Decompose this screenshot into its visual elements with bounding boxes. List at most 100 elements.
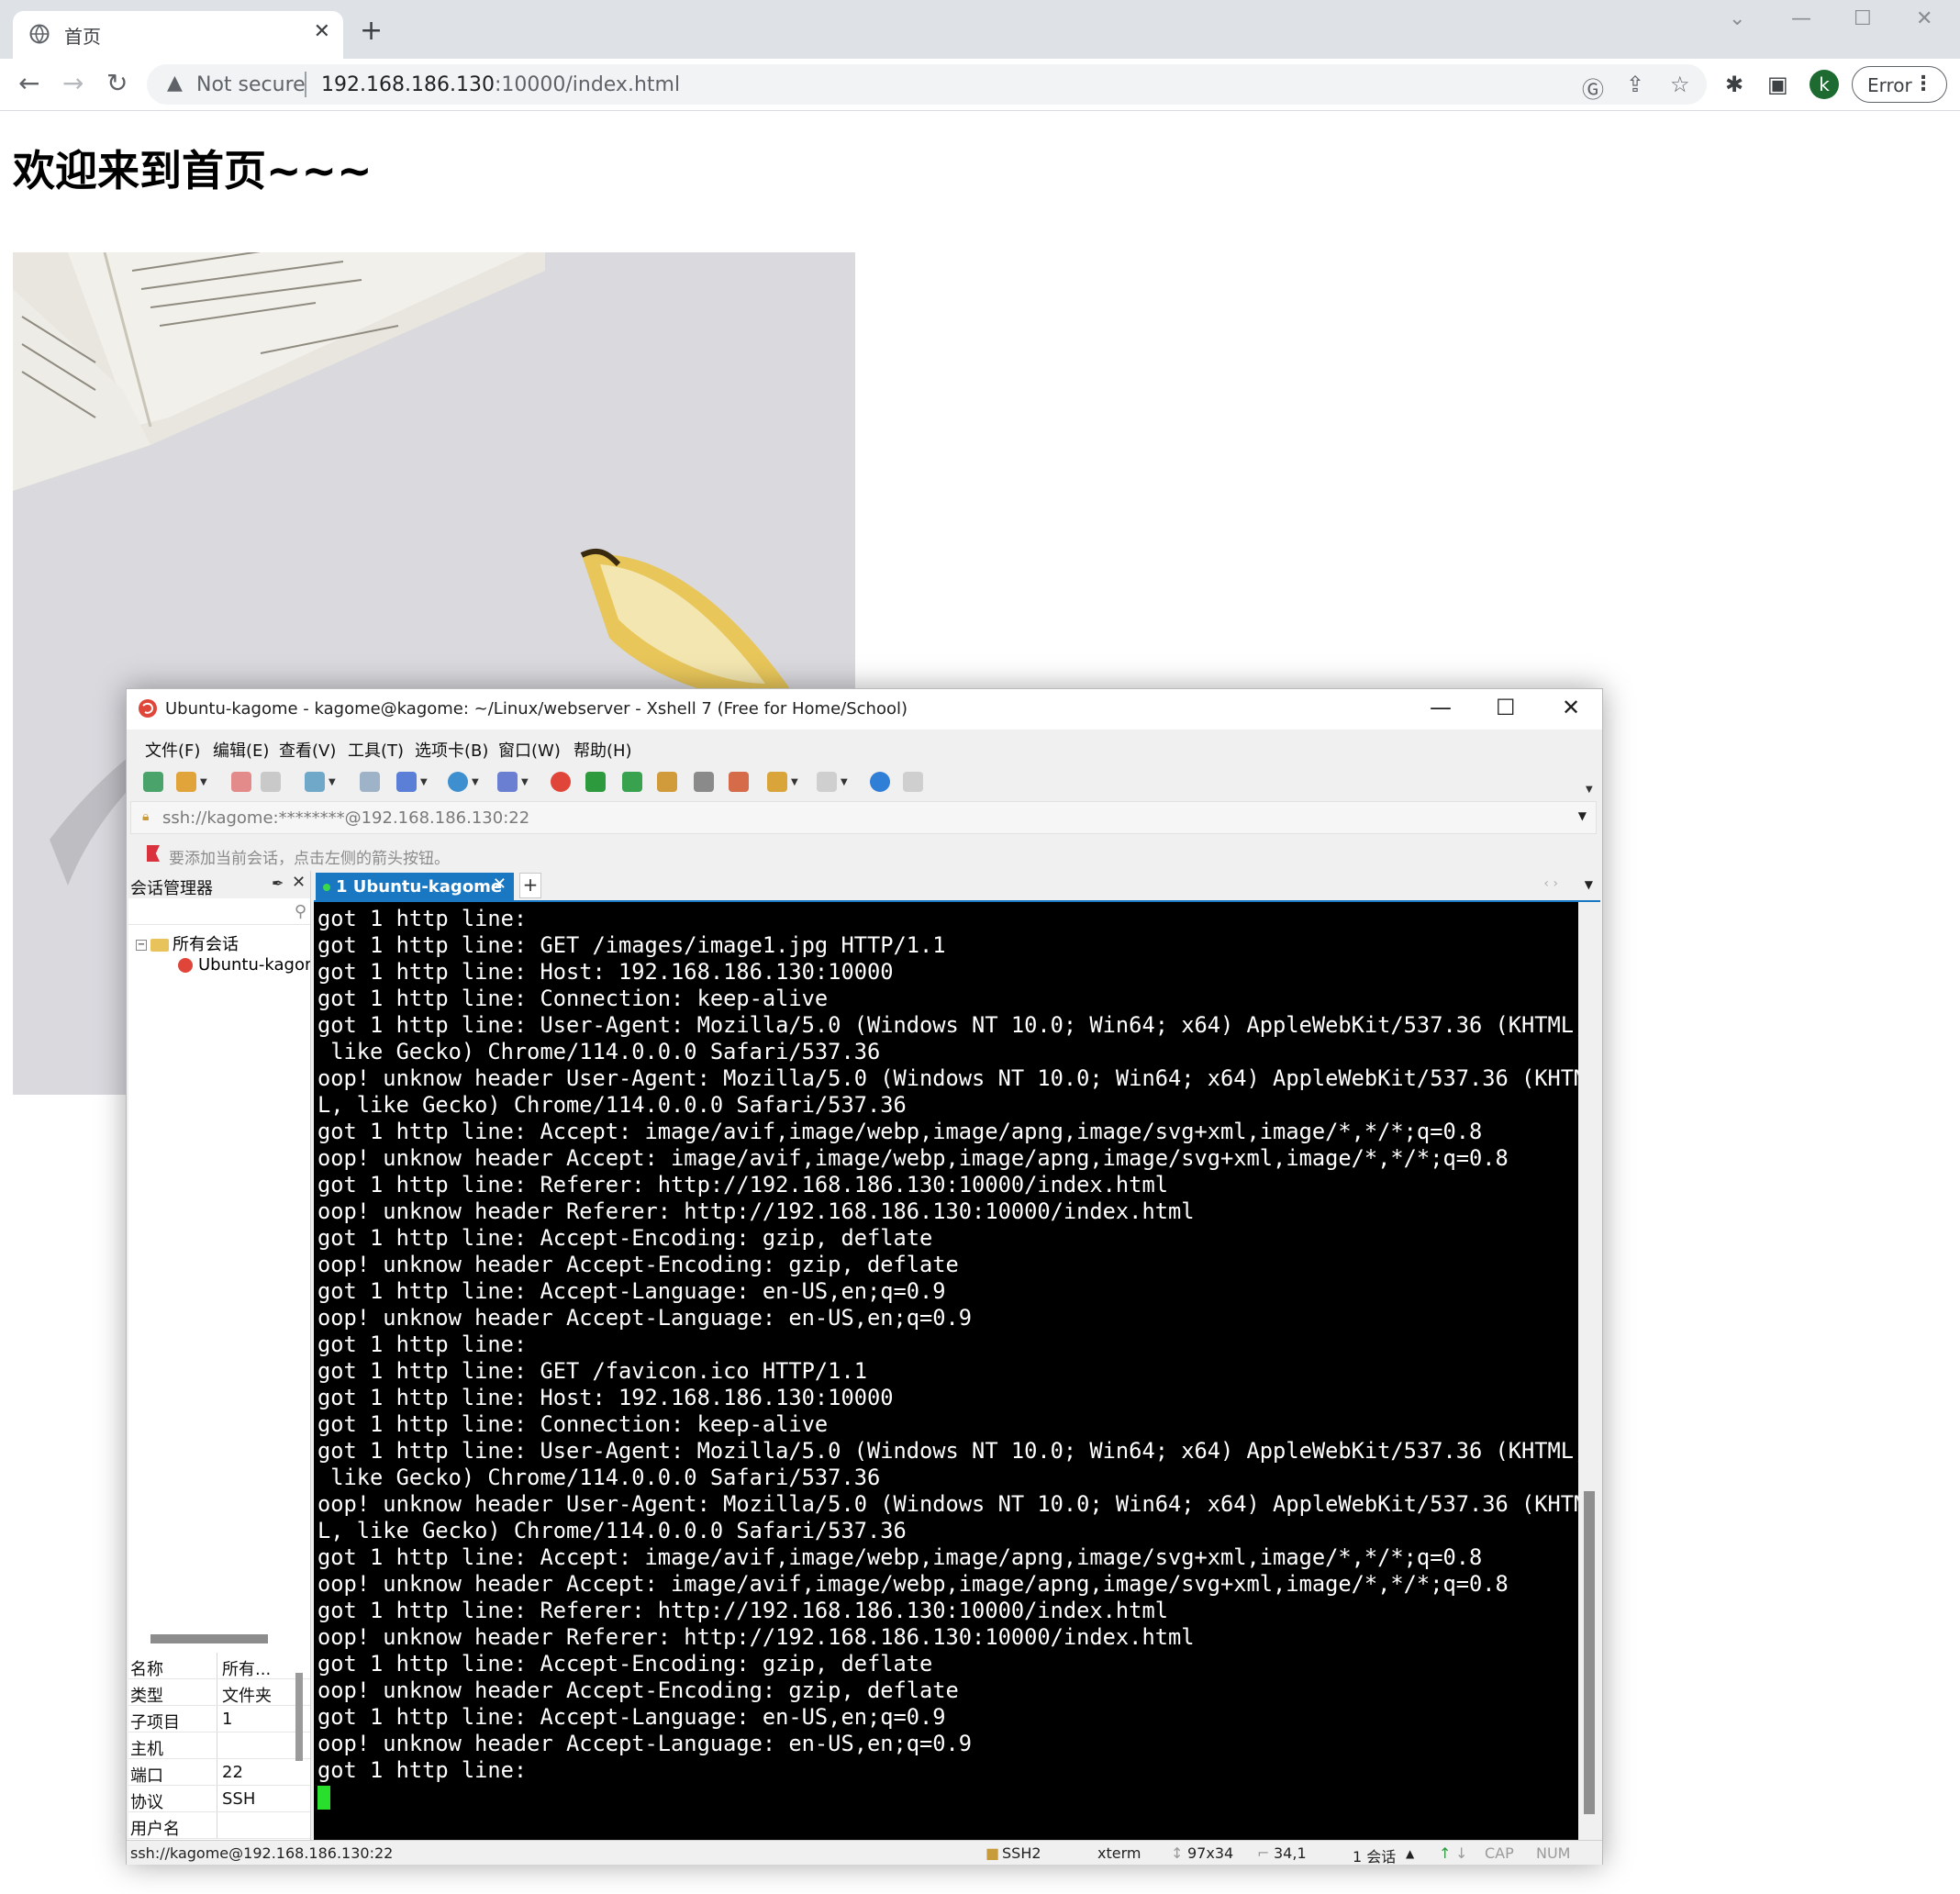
more-menu-icon: ⋮ bbox=[1913, 72, 1933, 95]
font-icon[interactable] bbox=[497, 772, 518, 792]
collapse-icon[interactable]: − bbox=[136, 940, 147, 951]
address-bar[interactable]: ▲ Not secure 192.168.186.130:10000/index… bbox=[147, 64, 1707, 105]
lock-icon[interactable] bbox=[657, 772, 677, 792]
session-tab-bar: 1 Ubuntu-kagome ✕ + ‹ › ▼ bbox=[314, 871, 1600, 902]
connect-icon[interactable] bbox=[231, 772, 251, 792]
session-address[interactable]: ssh://kagome:********@192.168.186.130:22 bbox=[162, 808, 529, 828]
panel-icon[interactable] bbox=[817, 772, 837, 792]
session-manager-header: 会话管理器 ✒︎ ✕ bbox=[128, 871, 310, 898]
menu-window[interactable]: 窗口(W) bbox=[498, 738, 561, 762]
terminal-scrollbar-thumb[interactable] bbox=[1584, 1491, 1595, 1814]
error-button[interactable]: Error ⋮ bbox=[1852, 66, 1947, 103]
xshell-close-button[interactable]: ✕ bbox=[1562, 695, 1580, 720]
tab-list-dropdown-icon[interactable]: ▼ bbox=[1585, 878, 1593, 891]
find-icon[interactable] bbox=[360, 772, 380, 792]
new-session-icon[interactable] bbox=[143, 772, 163, 792]
status-size: 97x34 bbox=[1187, 1844, 1234, 1862]
minimize-button[interactable]: — bbox=[1791, 7, 1811, 30]
panel-close-icon[interactable]: ✕ bbox=[292, 873, 306, 892]
properties-scrollbar[interactable] bbox=[295, 1673, 303, 1761]
tree-root-label: 所有会话 bbox=[173, 935, 239, 954]
browser-toolbar: ← → ↻ ▲ Not secure 192.168.186.130:10000… bbox=[0, 59, 1960, 111]
encoding-dropdown-icon[interactable]: ▼ bbox=[472, 777, 479, 787]
tab-search-icon[interactable]: ⌄ bbox=[1729, 7, 1745, 30]
translate-icon[interactable]: Ⓖ bbox=[1582, 72, 1604, 104]
upload-arrow-icon: ↑ bbox=[1439, 1844, 1452, 1862]
terminal[interactable]: got 1 http line: got 1 http line: GET /i… bbox=[314, 902, 1578, 1842]
xftp-icon[interactable] bbox=[585, 772, 606, 792]
not-secure-label[interactable]: Not secure bbox=[196, 73, 306, 96]
share-icon[interactable]: ⇪ bbox=[1626, 72, 1644, 97]
reload-button[interactable]: ↻ bbox=[106, 68, 128, 98]
properties-icon[interactable] bbox=[305, 772, 325, 792]
address-dropdown-icon[interactable]: ▼ bbox=[1578, 809, 1587, 822]
xshell-icon[interactable] bbox=[551, 772, 571, 792]
terminal-output: got 1 http line: got 1 http line: GET /i… bbox=[317, 906, 1578, 1783]
xshell-maximize-button[interactable]: ☐ bbox=[1496, 695, 1516, 720]
session-search[interactable]: ⚲ bbox=[128, 900, 310, 925]
layout-icon[interactable] bbox=[396, 772, 417, 792]
menu-tools[interactable]: 工具(T) bbox=[348, 738, 404, 762]
open-folder-icon[interactable] bbox=[176, 772, 196, 792]
chat-icon[interactable] bbox=[903, 772, 923, 792]
tree-item-session[interactable]: Ubuntu-kagome bbox=[178, 955, 310, 975]
tree-horizontal-scrollbar[interactable] bbox=[150, 1634, 268, 1643]
sessions-up-icon[interactable]: ▲ bbox=[1406, 1847, 1414, 1860]
xshell-minimize-button[interactable]: — bbox=[1430, 695, 1452, 720]
session-tab-label: 1 Ubuntu-kagome bbox=[336, 877, 503, 897]
tab-close-icon[interactable]: ✕ bbox=[314, 20, 330, 43]
layout-dropdown-icon[interactable]: ▼ bbox=[420, 777, 428, 787]
bookmark-flag-icon[interactable] bbox=[147, 845, 160, 862]
menu-help[interactable]: 帮助(H) bbox=[574, 738, 632, 762]
warning-icon[interactable]: ▲ bbox=[167, 72, 183, 95]
menu-view[interactable]: 查看(V) bbox=[279, 738, 336, 762]
status-cap: CAP bbox=[1485, 1844, 1514, 1862]
property-row: 主机 bbox=[128, 1732, 310, 1759]
status-sessions[interactable]: 1 会话 bbox=[1353, 1844, 1396, 1866]
menu-tabs[interactable]: 选项卡(B) bbox=[415, 738, 488, 762]
menu-file[interactable]: 文件(F) bbox=[145, 738, 200, 762]
property-row: 子项目 1 bbox=[128, 1706, 310, 1732]
highlight-icon[interactable] bbox=[729, 772, 749, 792]
open-dropdown-icon[interactable]: ▼ bbox=[200, 777, 207, 787]
keyboard-icon[interactable] bbox=[694, 772, 714, 792]
forward-button[interactable]: → bbox=[62, 68, 84, 98]
maximize-button[interactable]: ☐ bbox=[1854, 7, 1872, 30]
tree-item-all-sessions[interactable]: − 所有会话 bbox=[136, 931, 239, 955]
status-protocol: SSH2 bbox=[1002, 1844, 1041, 1862]
properties-dropdown-icon[interactable]: ▼ bbox=[329, 777, 336, 787]
disconnect-icon[interactable] bbox=[261, 772, 281, 792]
panel-dropdown-icon[interactable]: ▼ bbox=[841, 777, 848, 787]
session-address-bar[interactable]: 🔒︎ ssh://kagome:********@192.168.186.130… bbox=[130, 801, 1597, 834]
close-window-button[interactable]: ✕ bbox=[1916, 7, 1932, 30]
globe-toolbar-icon[interactable] bbox=[448, 772, 468, 792]
url-path: :10000/index.html bbox=[494, 73, 681, 96]
bookmark-star-icon[interactable]: ☆ bbox=[1670, 72, 1690, 97]
url-text[interactable]: 192.168.186.130:10000/index.html bbox=[321, 73, 680, 96]
xshell-logo-icon bbox=[138, 698, 158, 722]
side-panel-icon[interactable]: ▣ bbox=[1767, 72, 1788, 97]
font-dropdown-icon[interactable]: ▼ bbox=[521, 777, 529, 787]
property-key: 协议 bbox=[130, 1793, 163, 1812]
back-button[interactable]: ← bbox=[18, 68, 39, 98]
fullscreen-icon[interactable] bbox=[622, 772, 642, 792]
help-icon[interactable] bbox=[870, 772, 890, 792]
lock-icon: 🔒︎ bbox=[142, 809, 150, 824]
xshell-title: Ubuntu-kagome - kagome@kagome: ~/Linux/w… bbox=[165, 699, 908, 719]
session-tab[interactable]: 1 Ubuntu-kagome ✕ bbox=[316, 873, 514, 900]
menu-edit[interactable]: 编辑(E) bbox=[213, 738, 269, 762]
tab-scroll-arrows-icon[interactable]: ‹ › bbox=[1543, 876, 1558, 891]
profile-avatar[interactable]: k bbox=[1810, 70, 1839, 99]
add-tab-button[interactable]: + bbox=[519, 873, 541, 898]
status-cursor: 34,1 bbox=[1274, 1844, 1307, 1862]
pin-icon[interactable]: ✒︎ bbox=[272, 875, 284, 892]
search-icon[interactable]: ⚲ bbox=[295, 902, 306, 921]
session-tab-close-icon[interactable]: ✕ bbox=[493, 875, 507, 894]
browser-tab[interactable]: 首页 ✕ bbox=[13, 11, 343, 59]
globe-icon bbox=[29, 24, 50, 48]
script-icon[interactable] bbox=[767, 772, 787, 792]
extensions-icon[interactable]: ✱ bbox=[1725, 72, 1743, 97]
new-tab-button[interactable]: + bbox=[360, 15, 383, 47]
script-dropdown-icon[interactable]: ▼ bbox=[791, 777, 798, 787]
toolbar-overflow-icon[interactable]: ▼ bbox=[1586, 785, 1593, 795]
